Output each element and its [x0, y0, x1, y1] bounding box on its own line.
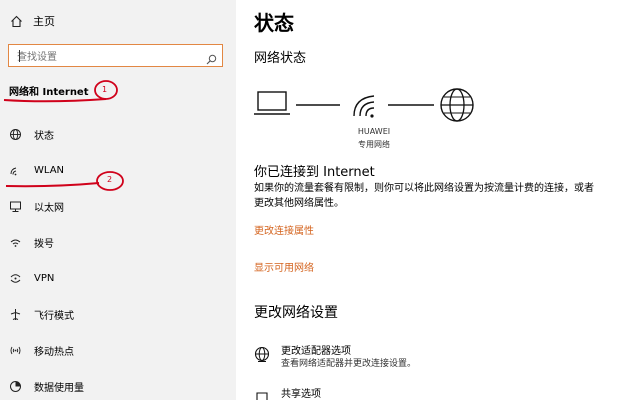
sidebar-item-status[interactable]: 状态 [8, 125, 54, 143]
connected-title: 你已连接到 Internet [254, 165, 375, 180]
home-icon [9, 14, 23, 28]
sidebar-item-airplane[interactable]: 飞行模式 [8, 305, 74, 323]
sharing-icon [254, 389, 272, 400]
vpn-icon [8, 271, 22, 285]
sharing-options[interactable]: 共享选项 [254, 388, 321, 400]
data-usage-icon [8, 379, 22, 393]
sidebar-item-dialup[interactable]: 拨号 [8, 233, 54, 251]
search-icon[interactable] [206, 50, 217, 65]
show-available-networks-link[interactable]: 显示可用网络 [254, 259, 314, 274]
sidebar-item-label: VPN [34, 272, 55, 284]
sidebar-item-vpn[interactable]: VPN [8, 269, 54, 287]
page-title: 状态 [254, 11, 294, 35]
main-panel: 状态 网络状态 HUAWEI 专用网络 你已连接到 Internet 如果你的流… [236, 0, 631, 400]
annotation-marker-2: 2 [107, 175, 113, 184]
adapter-globe-icon [254, 346, 272, 364]
home-label: 主页 [33, 15, 55, 28]
hotspot-icon [8, 343, 22, 357]
ethernet-icon [8, 199, 22, 213]
search-input[interactable] [9, 47, 189, 68]
sidebar-item-label: 拨号 [34, 238, 54, 250]
sidebar-item-label: 状态 [34, 130, 54, 142]
sidebar-item-ethernet[interactable]: 以太网 [8, 197, 64, 215]
connected-description: 如果你的流量套餐有限制，则你可以将此网络设置为按流量计费的连接，或者更改其他网络… [254, 183, 594, 209]
dialup-icon [8, 235, 22, 249]
sidebar-item-label: 以太网 [34, 202, 64, 214]
router-wifi-icon [353, 95, 375, 118]
laptop-icon [254, 91, 290, 115]
sharing-options-title: 共享选项 [281, 389, 321, 400]
internet-globe-icon [440, 88, 474, 122]
device-type: 专用网络 [358, 140, 390, 149]
device-name: HUAWEI [357, 127, 391, 136]
sidebar-item-label: 飞行模式 [34, 310, 74, 322]
sidebar-item-hotspot[interactable]: 移动热点 [8, 341, 74, 359]
change-network-settings-heading: 更改网络设置 [254, 305, 338, 321]
status-globe-icon [8, 127, 22, 141]
airplane-icon [8, 307, 22, 321]
nav-home[interactable]: 主页 [9, 12, 55, 30]
annotation-marker-1: 1 [102, 85, 108, 94]
search-box[interactable] [8, 44, 223, 68]
sidebar-item-label: 数据使用量 [34, 382, 84, 394]
adapter-options-title: 更改适配器选项 [281, 346, 351, 357]
sidebar-item-data-usage[interactable]: 数据使用量 [8, 377, 84, 395]
sidebar: 主页 网络和 Internet 状态 WLAN 以太网 拨号 [0, 0, 236, 400]
change-adapter-options[interactable]: 更改适配器选项 查看网络适配器并更改连接设置。 [254, 345, 416, 371]
adapter-options-desc: 查看网络适配器并更改连接设置。 [281, 359, 417, 369]
change-connection-properties-link[interactable]: 更改连接属性 [254, 222, 314, 237]
text-caret [19, 50, 20, 62]
network-status-heading: 网络状态 [254, 51, 307, 66]
device-label: HUAWEI 专用网络 [348, 125, 400, 151]
sidebar-item-label: 移动热点 [34, 346, 74, 358]
